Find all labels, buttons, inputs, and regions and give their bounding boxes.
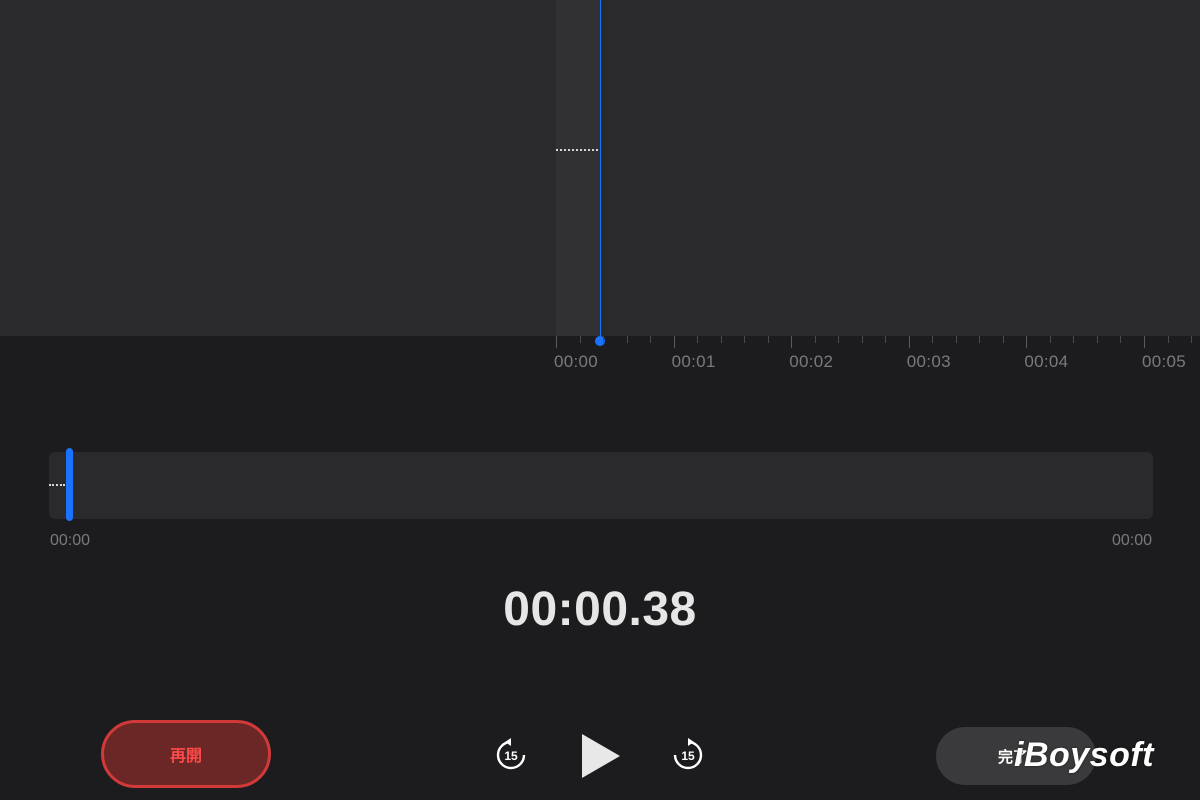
- ruler-minor-tick: [1120, 336, 1122, 343]
- ruler-minor-tick: [579, 336, 581, 343]
- overview-waveform-dots: [49, 484, 65, 486]
- ruler-minor-tick: [1049, 336, 1051, 343]
- forward-15-icon[interactable]: 15: [671, 738, 705, 772]
- timeline-ruler: 00:00 00:01 00:02 00:03 00:04 00:05: [554, 336, 1200, 386]
- ruler-major-tick: [908, 336, 910, 348]
- ruler-major-tick: [791, 336, 793, 348]
- waveform-dots: [556, 149, 598, 151]
- ruler-major-tick: [556, 336, 557, 348]
- rewind-15-icon[interactable]: 15: [494, 738, 528, 772]
- ruler-minor-tick: [1002, 336, 1004, 343]
- ruler-minor-tick: [861, 336, 863, 343]
- ruler-minor-tick: [650, 336, 652, 343]
- ruler-major-tick: [673, 336, 675, 348]
- ruler-minor-tick: [720, 336, 722, 343]
- ruler-tick-label: 00:00: [554, 352, 599, 371]
- ruler-minor-tick: [814, 336, 816, 343]
- resume-button[interactable]: 再開: [101, 720, 271, 788]
- ruler-minor-tick: [955, 336, 957, 343]
- overview-start-time: 00:00: [50, 532, 91, 549]
- ruler-tick-label: 00:04: [1024, 352, 1069, 371]
- ruler-minor-tick: [932, 336, 934, 343]
- ruler-minor-tick: [885, 336, 887, 343]
- ruler-minor-tick: [697, 336, 699, 343]
- recorded-region: [556, 0, 600, 336]
- ruler-major-tick: [1026, 336, 1028, 348]
- ruler-tick-label: 00:05: [1142, 352, 1187, 371]
- overview-scrubber[interactable]: [49, 448, 1153, 521]
- ruler-minor-tick: [626, 336, 628, 343]
- play-icon[interactable]: [578, 732, 622, 780]
- ruler-minor-tick: [1191, 336, 1193, 343]
- forward-15-label: 15: [681, 749, 695, 763]
- overview-end-time: 00:00: [1111, 532, 1152, 549]
- iboysoft-watermark-logo: iBoysoft: [1014, 736, 1154, 774]
- ruler-tick-label: 00:03: [906, 352, 951, 371]
- ruler-tick-label: 00:02: [789, 352, 834, 371]
- rewind-15-label: 15: [504, 749, 518, 763]
- ruler-minor-tick: [767, 336, 769, 343]
- ruler-tick-label: 00:01: [671, 352, 716, 371]
- ruler-minor-tick: [979, 336, 981, 343]
- ruler-minor-tick: [1096, 336, 1098, 343]
- playhead-line[interactable]: [600, 0, 601, 340]
- resume-button-label: 再開: [169, 748, 202, 765]
- ruler-minor-tick: [838, 336, 840, 343]
- ruler-minor-tick: [744, 336, 746, 343]
- ruler-minor-tick: [603, 336, 605, 343]
- ruler-major-tick: [1144, 336, 1145, 348]
- ruler-minor-tick: [1073, 336, 1075, 343]
- ruler-minor-tick: [1167, 336, 1169, 343]
- overview-playhead-handle[interactable]: [66, 448, 73, 521]
- elapsed-timer: 00:00.38: [503, 583, 697, 636]
